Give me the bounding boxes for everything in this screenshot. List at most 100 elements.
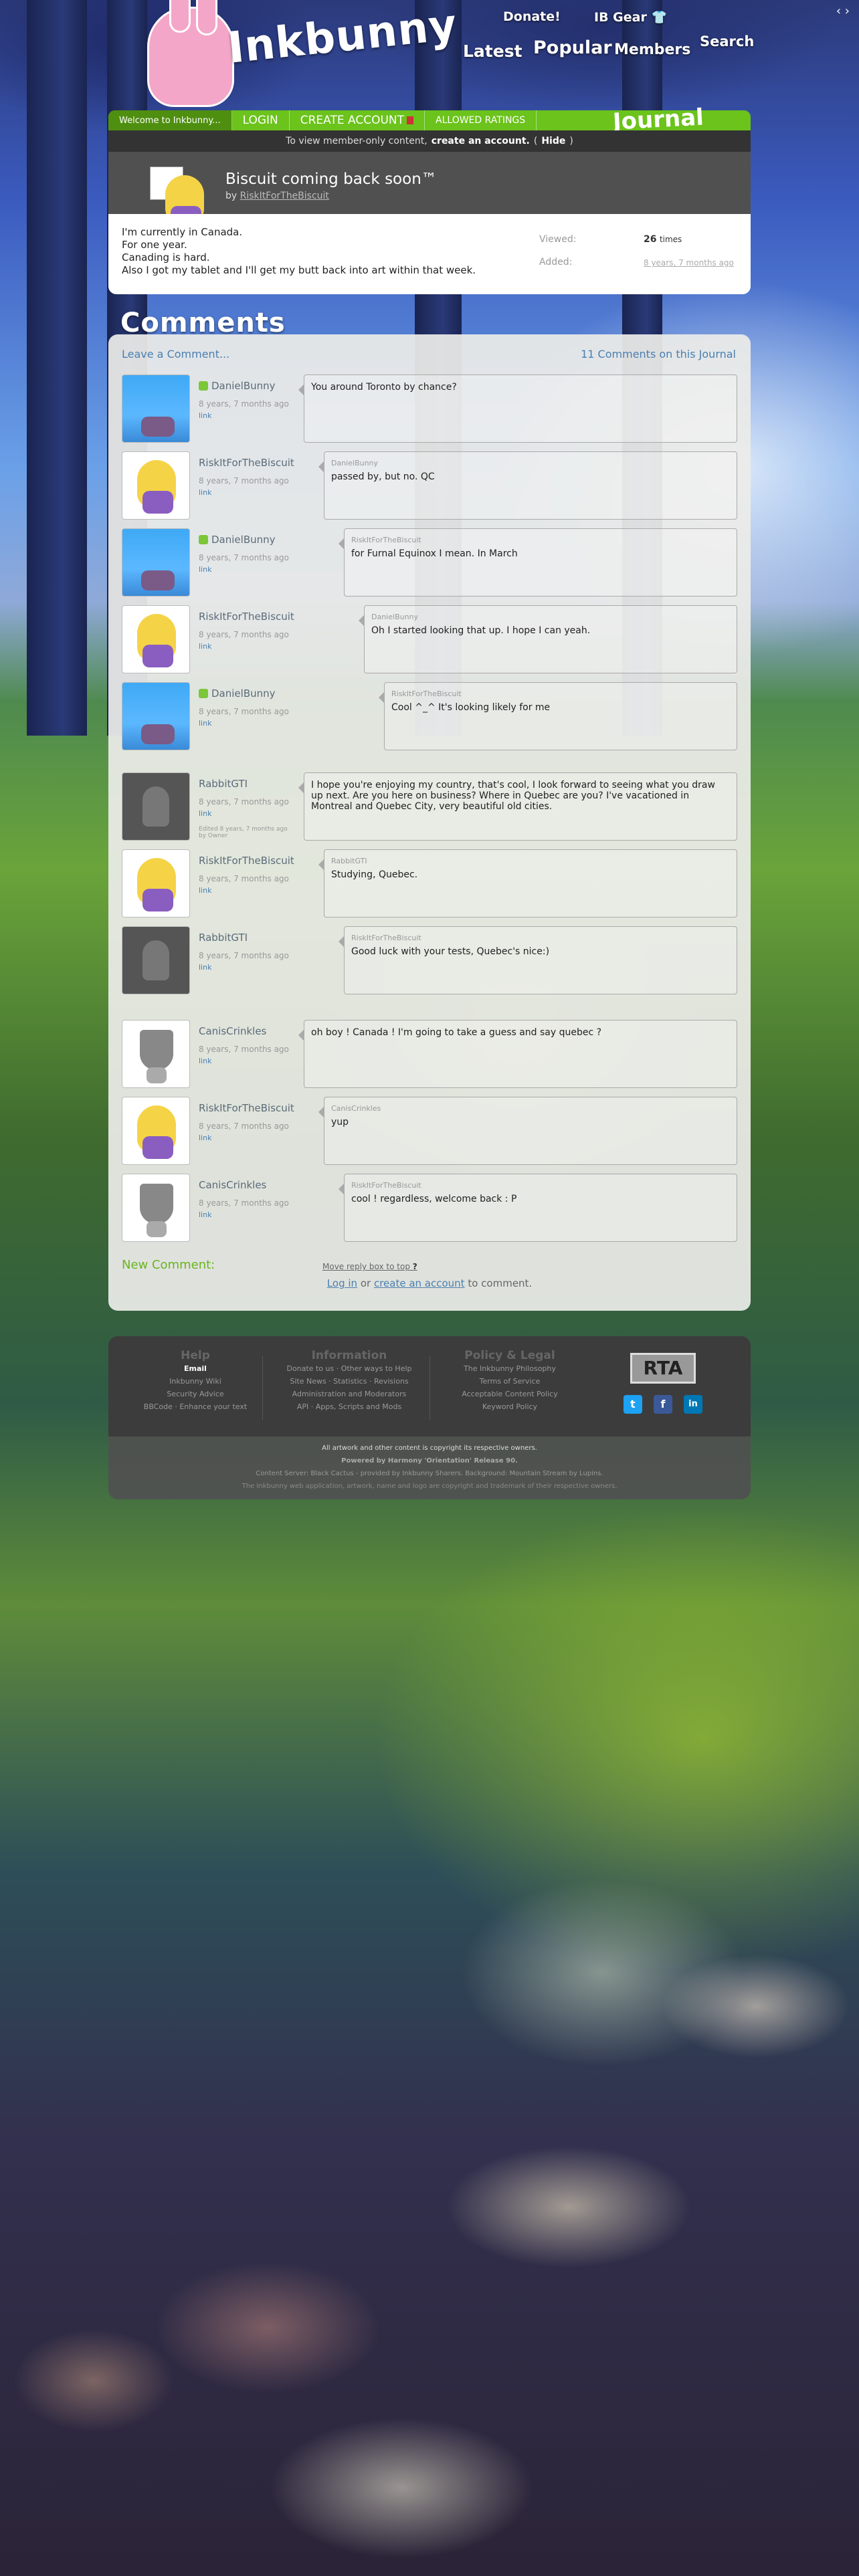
account-badge-icon bbox=[407, 116, 414, 124]
comment-reply-to[interactable]: DanielBunny bbox=[331, 459, 730, 467]
comment-permalink[interactable]: link bbox=[199, 565, 211, 574]
comment-login-link[interactable]: Log in bbox=[327, 1277, 357, 1289]
comment-permalink[interactable]: link bbox=[199, 1210, 211, 1219]
comment-avatar[interactable] bbox=[122, 1174, 190, 1242]
twitter-icon[interactable]: t bbox=[624, 1395, 642, 1414]
comment-username[interactable]: RabbitGTI bbox=[199, 778, 248, 790]
comment-avatar[interactable] bbox=[122, 772, 190, 841]
comment-bubble: RiskItForTheBiscuit Cool ^_^ It's looking… bbox=[379, 682, 737, 750]
footer-link[interactable]: Security Advice bbox=[135, 1388, 256, 1400]
comment-username[interactable]: RiskItForTheBiscuit bbox=[199, 1102, 294, 1114]
nav-latest[interactable]: Latest bbox=[463, 41, 522, 61]
comment-permalink[interactable]: link bbox=[199, 963, 211, 972]
comment-username-text: DanielBunny bbox=[211, 687, 276, 700]
comment-text: oh boy ! Canada ! I'm going to take a gu… bbox=[311, 1027, 602, 1038]
footer-link[interactable]: Donate to us · Other ways to Help bbox=[276, 1362, 423, 1375]
page-arrows-icon[interactable]: ‹ › bbox=[836, 4, 850, 18]
footer-link[interactable]: Inkbunny Wiki bbox=[135, 1375, 256, 1388]
comment-permalink[interactable]: link bbox=[199, 488, 211, 497]
comment-username[interactable]: CanisCrinkles bbox=[199, 1025, 266, 1037]
powered-line: Powered by Harmony 'Orientation' Release… bbox=[341, 1457, 518, 1465]
comment-permalink[interactable]: link bbox=[199, 1057, 211, 1065]
footer-link[interactable]: The Inkbunny Philosophy bbox=[443, 1362, 577, 1375]
create-account-link[interactable]: create an account. bbox=[432, 136, 530, 146]
welcome-label: Welcome to Inkbunny... bbox=[108, 110, 232, 130]
nav-members[interactable]: Members bbox=[614, 41, 690, 58]
comment-username[interactable]: DanielBunny bbox=[199, 380, 276, 392]
added-date[interactable]: 8 years, 7 months ago bbox=[644, 258, 734, 267]
comment-username[interactable]: DanielBunny bbox=[199, 687, 276, 700]
rta-logo[interactable]: RTA bbox=[630, 1353, 696, 1384]
footer-link[interactable]: Site News · Statistics · Revisions bbox=[276, 1375, 423, 1388]
facebook-icon[interactable]: f bbox=[654, 1395, 672, 1414]
journal-header: Biscuit coming back soon™ by RiskItForTh… bbox=[108, 152, 751, 229]
comment-time: 8 years, 7 months ago bbox=[199, 1198, 289, 1208]
comment-username[interactable]: CanisCrinkles bbox=[199, 1179, 266, 1191]
comments-panel: Leave a Comment... 11 Comments on this J… bbox=[108, 334, 751, 1311]
comment-avatar[interactable] bbox=[122, 1020, 190, 1088]
comment-permalink[interactable]: link bbox=[199, 1134, 211, 1142]
comment-avatar[interactable] bbox=[122, 682, 190, 750]
comment-username[interactable]: RabbitGTI bbox=[199, 932, 248, 944]
footer-link[interactable]: BBCode · Enhance your text bbox=[135, 1400, 256, 1413]
footer-link[interactable]: Terms of Service bbox=[443, 1375, 577, 1388]
comment-username[interactable]: DanielBunny bbox=[199, 534, 276, 546]
comment-reply-to[interactable]: RiskItForTheBiscuit bbox=[391, 689, 730, 698]
move-reply-question[interactable]: ? bbox=[413, 1262, 417, 1271]
comment-reply-to[interactable]: DanielBunny bbox=[371, 613, 730, 621]
nav-ib-gear[interactable]: IB Gear 👕 bbox=[594, 9, 667, 25]
comment-avatar[interactable] bbox=[122, 374, 190, 443]
comment-reply-to[interactable]: RiskItForTheBiscuit bbox=[351, 536, 730, 544]
nav-search[interactable]: Search bbox=[700, 33, 754, 49]
top-bar: Welcome to Inkbunny... LOGIN CREATE ACCO… bbox=[108, 104, 751, 136]
footer: Help Email Inkbunny Wiki Security Advice… bbox=[108, 1336, 751, 1436]
comment-time: 8 years, 7 months ago bbox=[199, 797, 289, 807]
comment-time: 8 years, 7 months ago bbox=[199, 399, 289, 409]
comment-username[interactable]: RiskItForTheBiscuit bbox=[199, 855, 294, 867]
author-link[interactable]: RiskItForTheBiscuit bbox=[240, 191, 329, 201]
comment-time: 8 years, 7 months ago bbox=[199, 630, 289, 639]
comment-reply-to[interactable]: RiskItForTheBiscuit bbox=[351, 1181, 730, 1190]
site-logo[interactable]: Inkbunny bbox=[147, 0, 460, 110]
comment-permalink[interactable]: link bbox=[199, 886, 211, 895]
comment-count: 11 Comments on this Journal bbox=[581, 348, 736, 360]
footer-link[interactable]: Keyword Policy bbox=[443, 1400, 577, 1413]
nav-popular[interactable]: Popular bbox=[533, 37, 612, 58]
comment-username[interactable]: RiskItForTheBiscuit bbox=[199, 457, 294, 469]
footer-link[interactable]: Email bbox=[135, 1362, 256, 1375]
comment-avatar[interactable] bbox=[122, 605, 190, 673]
hide-link[interactable]: Hide bbox=[541, 136, 565, 146]
comment-avatar[interactable] bbox=[122, 926, 190, 994]
journal-line: For one year. bbox=[122, 239, 187, 251]
footer-help: Help Email Inkbunny Wiki Security Advice… bbox=[135, 1350, 256, 1413]
leave-comment-link[interactable]: Leave a Comment... bbox=[122, 348, 229, 360]
journal-title: Biscuit coming back soon™ bbox=[225, 171, 437, 188]
nav-donate[interactable]: Donate! bbox=[503, 9, 561, 24]
comment-reply-to[interactable]: CanisCrinkles bbox=[331, 1104, 730, 1113]
comment-reply-to[interactable]: RiskItForTheBiscuit bbox=[351, 934, 730, 942]
footer-link[interactable]: API · Apps, Scripts and Mods bbox=[276, 1400, 423, 1413]
comment-reply-to[interactable]: RabbitGTI bbox=[331, 857, 730, 865]
comment-avatar[interactable] bbox=[122, 528, 190, 597]
comment-permalink[interactable]: link bbox=[199, 809, 211, 818]
comment-avatar[interactable] bbox=[122, 1097, 190, 1165]
comment-create-account-link[interactable]: create an account bbox=[374, 1277, 465, 1289]
comment-username[interactable]: RiskItForTheBiscuit bbox=[199, 611, 294, 623]
comment-username-text: RiskItForTheBiscuit bbox=[199, 457, 294, 469]
comment-avatar[interactable] bbox=[122, 451, 190, 520]
create-account-button[interactable]: CREATE ACCOUNT bbox=[290, 110, 425, 130]
allowed-ratings-button[interactable]: ALLOWED RATINGS bbox=[425, 110, 537, 130]
comment-permalink[interactable]: link bbox=[199, 411, 211, 420]
move-reply-link[interactable]: Move reply box to top ? bbox=[322, 1262, 417, 1271]
comment-text: passed by, but no. QC bbox=[331, 471, 435, 482]
login-button[interactable]: LOGIN bbox=[232, 110, 290, 130]
footer-link[interactable]: Administration and Moderators bbox=[276, 1388, 423, 1400]
comment-permalink[interactable]: link bbox=[199, 642, 211, 651]
footer-link[interactable]: Acceptable Content Policy bbox=[443, 1388, 577, 1400]
paren-open: ( bbox=[533, 136, 538, 146]
added-value: 8 years, 7 months ago bbox=[644, 258, 734, 267]
author-avatar[interactable] bbox=[150, 167, 204, 229]
linkedin-icon[interactable]: in bbox=[684, 1395, 702, 1414]
comment-permalink[interactable]: link bbox=[199, 719, 211, 728]
comment-avatar[interactable] bbox=[122, 849, 190, 918]
